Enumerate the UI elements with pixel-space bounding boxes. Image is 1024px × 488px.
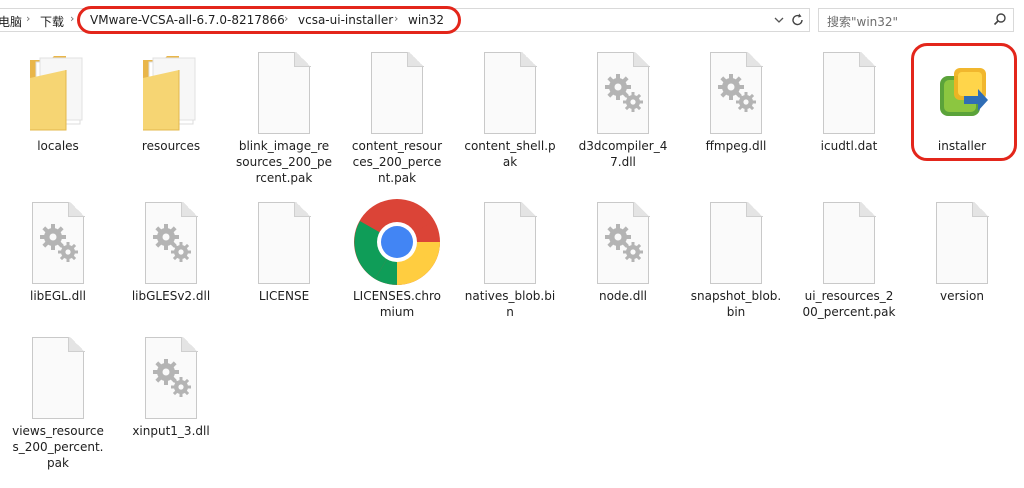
file-item[interactable]: LICENSES.chromium: [347, 198, 447, 320]
breadcrumb-separator: ›: [26, 12, 31, 25]
file-name-label: ffmpeg.dll: [705, 139, 767, 153]
file-item[interactable]: blink_image_resources_200_percent.pak: [234, 48, 334, 186]
folder-icon: [30, 56, 83, 131]
search-box[interactable]: 搜索"win32": [818, 8, 1014, 32]
address-toolbar: 电脑 › 下载 › VMware-VCSA-all-6.7.0-8217866 …: [0, 0, 1024, 40]
file-item[interactable]: content_shell.pak: [460, 48, 560, 170]
file-item[interactable]: xinput1_3.dll: [121, 333, 221, 439]
file-name-label: d3dcompiler_47.dll: [578, 139, 668, 169]
file-icon[interactable]: [26, 48, 90, 138]
gear-icon: [605, 74, 643, 112]
file-item[interactable]: ffmpeg.dll: [686, 48, 786, 154]
file-item[interactable]: d3dcompiler_47.dll: [573, 48, 673, 170]
file-item[interactable]: content_resources_200_percent.pak: [347, 48, 447, 186]
gear-icon: [153, 224, 191, 262]
path-highlight-annotation: [77, 6, 461, 34]
file-icon[interactable]: [139, 198, 203, 288]
file-name-label: views_resources_200_percent.pak: [12, 424, 104, 470]
file-name-label: version: [940, 289, 984, 303]
search-placeholder: 搜索"win32": [827, 15, 899, 29]
file-item[interactable]: natives_blob.bin: [460, 198, 560, 320]
file-icon[interactable]: [252, 198, 316, 288]
file-icon[interactable]: [26, 198, 90, 288]
file-icon[interactable]: [139, 333, 203, 423]
file-name-label: LICENSE: [258, 289, 310, 303]
installer-highlight-annotation: [911, 43, 1017, 161]
folder-icon: [143, 56, 196, 131]
file-icon[interactable]: [354, 198, 440, 288]
file-name-label: ui_resources_200_percent.pak: [802, 289, 896, 319]
file-name-label: node.dll: [598, 289, 648, 303]
file-icon[interactable]: [704, 198, 768, 288]
file-icon[interactable]: [26, 333, 90, 423]
file-item[interactable]: ui_resources_200_percent.pak: [799, 198, 899, 320]
file-name-label: content_resources_200_percent.pak: [351, 139, 443, 185]
file-name-label: locales: [37, 139, 79, 153]
file-item[interactable]: icudtl.dat: [799, 48, 899, 154]
file-name-label: xinput1_3.dll: [132, 424, 210, 438]
file-name-label: natives_blob.bin: [464, 289, 556, 319]
file-item[interactable]: snapshot_blob.bin: [686, 198, 786, 320]
file-item[interactable]: views_resources_200_percent.pak: [8, 333, 108, 471]
file-item[interactable]: node.dll: [573, 198, 673, 304]
breadcrumb-item-downloads[interactable]: 下载: [40, 13, 64, 30]
breadcrumb-item-computer[interactable]: 电脑: [0, 13, 22, 30]
file-item[interactable]: libEGL.dll: [8, 198, 108, 304]
gear-icon: [153, 359, 191, 397]
file-icon[interactable]: [252, 48, 316, 138]
file-icon[interactable]: [478, 48, 542, 138]
file-item[interactable]: version: [912, 198, 1012, 304]
search-icon[interactable]: [993, 12, 1007, 31]
file-name-label: blink_image_resources_200_percent.pak: [236, 139, 333, 185]
file-name-label: LICENSES.chromium: [352, 289, 441, 319]
file-icon[interactable]: [817, 198, 881, 288]
gear-icon: [718, 74, 756, 112]
chrome-icon: [354, 199, 440, 285]
file-icon[interactable]: [704, 48, 768, 138]
file-icon[interactable]: [817, 48, 881, 138]
file-icon[interactable]: [478, 198, 542, 288]
file-icon[interactable]: [591, 198, 655, 288]
file-item[interactable]: resources: [121, 48, 221, 154]
file-icon[interactable]: [139, 48, 203, 138]
gear-icon: [605, 224, 643, 262]
file-name-label: libGLESv2.dll: [131, 289, 211, 303]
file-icon[interactable]: [365, 48, 429, 138]
file-name-label: content_shell.pak: [464, 139, 556, 169]
file-name-label: snapshot_blob.bin: [690, 289, 782, 319]
file-icon[interactable]: [930, 198, 994, 288]
file-name-label: icudtl.dat: [820, 139, 878, 153]
file-name-label: resources: [141, 139, 201, 153]
file-name-label: libEGL.dll: [30, 289, 86, 303]
chevron-down-icon[interactable]: [773, 12, 785, 31]
refresh-icon[interactable]: [791, 12, 805, 31]
file-icon[interactable]: [591, 48, 655, 138]
file-item[interactable]: locales: [8, 48, 108, 154]
file-item[interactable]: LICENSE: [234, 198, 334, 304]
gear-icon: [40, 224, 78, 262]
breadcrumb-separator: ›: [70, 12, 75, 25]
file-item[interactable]: libGLESv2.dll: [121, 198, 221, 304]
